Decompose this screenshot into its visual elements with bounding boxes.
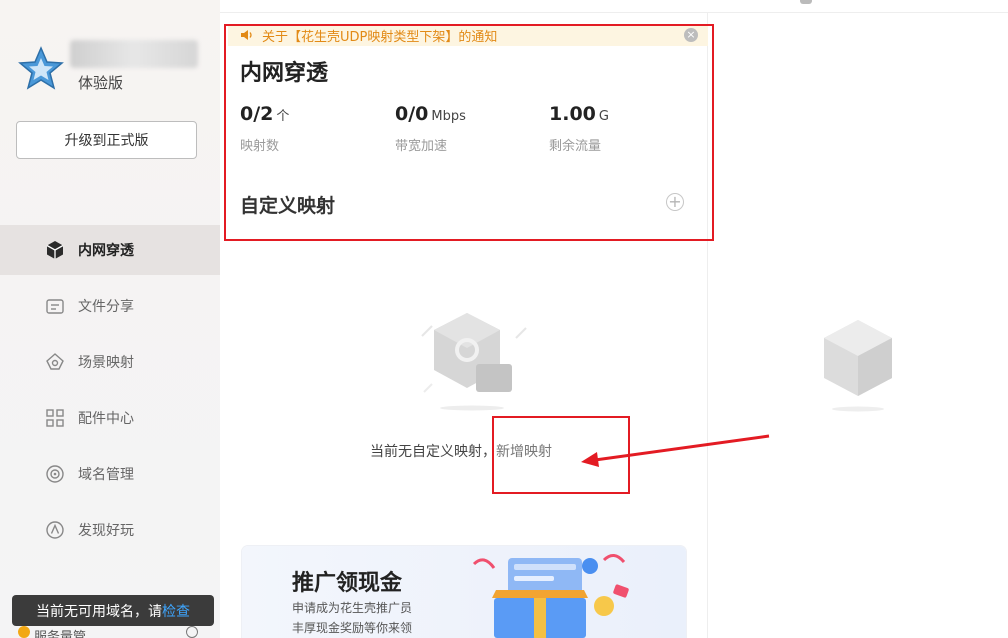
gift-box-illustration (472, 554, 629, 638)
cube-icon (44, 239, 66, 261)
sidebar-item-discover[interactable]: 发现好玩 (0, 505, 220, 555)
scene-map-icon (44, 351, 66, 373)
window-control-icon[interactable] (800, 0, 812, 4)
banner-title: 推广领现金 (292, 571, 403, 596)
sidebar-item-label: 文件分享 (78, 299, 134, 315)
edition-label: 体验版 (78, 74, 124, 92)
empty-mapping-illustration (421, 313, 527, 411)
promo-banner[interactable]: 推广领现金 申请成为花生壳推广员 丰厚现金奖励等你来领 (242, 546, 686, 638)
sidebar: 体验版 升级到正式版 内网穿透 文件分享 场景映射 配件中心 域名管理 发现好玩… (0, 0, 220, 638)
sidebar-item-accessories[interactable]: 配件中心 (0, 393, 220, 443)
upgrade-button[interactable]: 升级到正式版 (16, 121, 197, 159)
file-share-icon (44, 295, 66, 317)
sidebar-item-label: 配件中心 (78, 411, 134, 427)
banner-line1: 申请成为花生壳推广员 (292, 601, 413, 615)
banner-line2: 丰厚现金奖励等你来领 (292, 621, 413, 635)
discover-icon (44, 519, 66, 541)
sidebar-item-file-share[interactable]: 文件分享 (0, 281, 220, 331)
grid-icon (44, 407, 66, 429)
cube-placeholder-icon (824, 320, 892, 412)
domain-icon (44, 463, 66, 485)
empty-state-text: 当前无自定义映射， (370, 444, 496, 460)
star-avatar-icon[interactable] (18, 46, 64, 92)
sidebar-item-intranet[interactable]: 内网穿透 (0, 225, 220, 275)
domain-tooltip: 当前无可用域名，请 检查 (12, 595, 214, 626)
sidebar-item-domain[interactable]: 域名管理 (0, 449, 220, 499)
sidebar-item-label: 域名管理 (78, 467, 134, 483)
service-manage-row[interactable]: 服务量管 (18, 626, 198, 638)
tooltip-check-link[interactable]: 检查 (162, 601, 190, 621)
service-dot-icon (18, 626, 30, 638)
tooltip-text: 当前无可用域名，请 (36, 603, 162, 620)
add-circle-icon[interactable] (186, 626, 198, 638)
service-manage-label: 服务量管 (34, 630, 87, 638)
sidebar-item-label: 场景映射 (78, 355, 134, 371)
annotation-arrow (581, 434, 770, 467)
sidebar-item-label: 发现好玩 (78, 523, 134, 539)
sidebar-item-scene-map[interactable]: 场景映射 (0, 337, 220, 387)
sidebar-item-label: 内网穿透 (78, 243, 134, 259)
header-divider (220, 12, 1008, 13)
username-blurred (70, 40, 198, 68)
highlight-box-overview (224, 24, 714, 241)
